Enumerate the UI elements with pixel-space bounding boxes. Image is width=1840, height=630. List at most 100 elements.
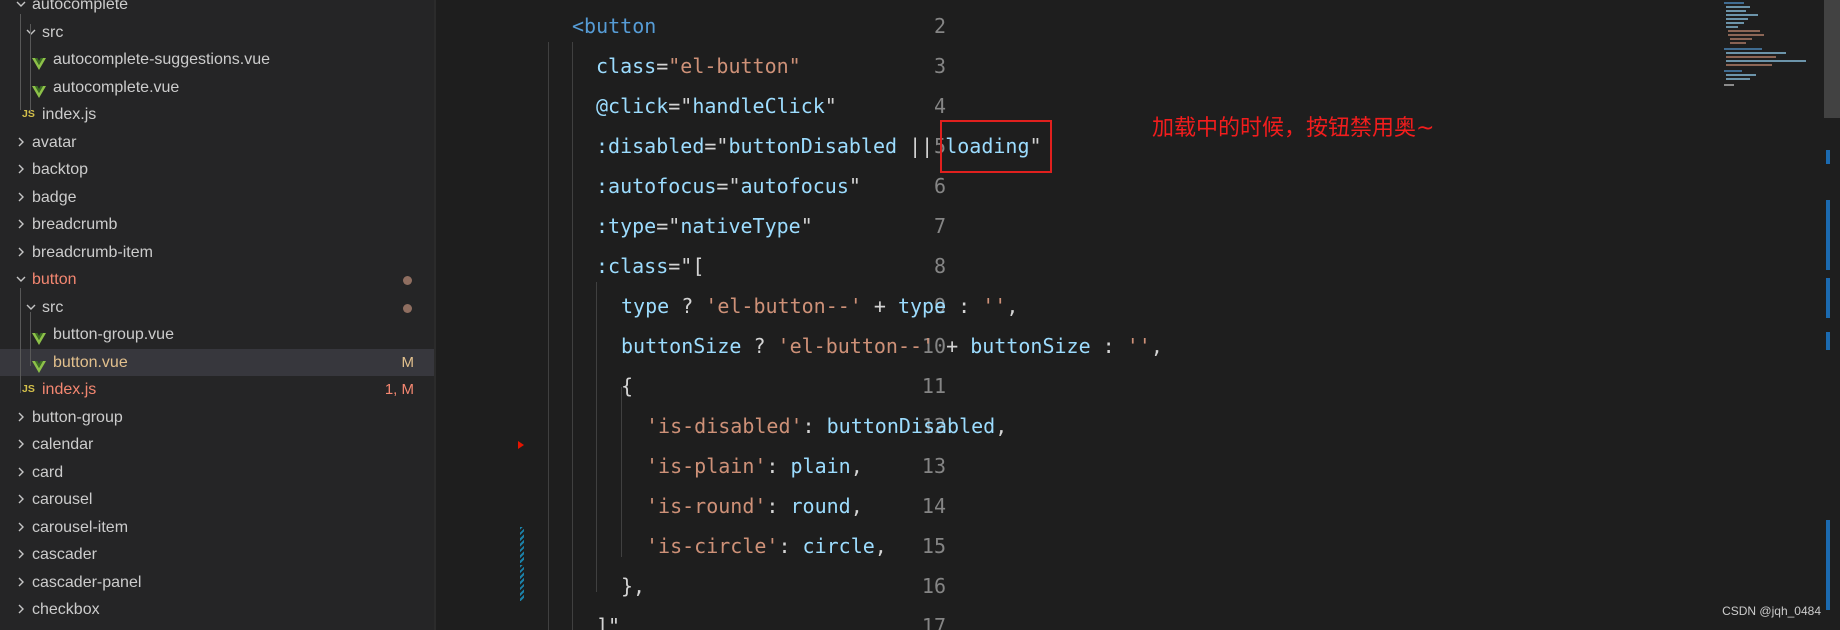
chevron-right-icon <box>14 514 28 542</box>
code-line[interactable]: 13 'is-plain': plain, <box>436 446 1840 486</box>
code-line[interactable]: 12'is-disabled': buttonDisabled, <box>436 406 1840 446</box>
explorer-item-label: index.js <box>42 381 97 398</box>
code-token: buttonDisabled <box>826 414 996 438</box>
code-text: @click="handleClick" <box>596 86 837 126</box>
explorer-item[interactable]: button.vue M <box>0 348 434 376</box>
code-token: @click <box>596 94 669 118</box>
explorer-item[interactable]: button-group <box>0 404 434 432</box>
explorer-item[interactable]: calendar <box>0 431 434 459</box>
explorer-item[interactable]: carousel <box>0 486 434 514</box>
vue-file-icon <box>32 53 46 70</box>
code-line[interactable]: 6:autofocus="autofocus" <box>436 166 1840 206</box>
code-line[interactable]: 8:class="[ <box>436 246 1840 286</box>
code-token: : <box>1090 334 1127 358</box>
code-token: 'is-round' <box>646 494 767 518</box>
explorer-item[interactable]: autocomplete-suggestions.vue <box>0 46 434 74</box>
scrollbar-change-marker <box>1826 278 1830 318</box>
explorer-item[interactable]: checkbox-button <box>0 624 434 630</box>
annotation-highlight-box <box>940 120 1052 173</box>
explorer-item[interactable]: checkbox <box>0 596 434 624</box>
explorer-item[interactable]: breadcrumb <box>0 211 434 239</box>
code-token: '' <box>982 294 1007 318</box>
explorer-item[interactable]: src <box>0 294 434 322</box>
explorer-item-label: src <box>42 23 64 41</box>
explorer-item-label: badge <box>32 188 77 206</box>
explorer-item[interactable]: JS index.js 1, M <box>0 376 434 404</box>
explorer-item[interactable]: breadcrumb-item <box>0 239 434 267</box>
explorer-item[interactable]: badge <box>0 184 434 212</box>
code-token: plain <box>790 454 851 478</box>
code-token: || <box>897 134 946 158</box>
explorer-item[interactable]: autocomplete.vue <box>0 74 434 102</box>
line-number: 13 <box>921 454 946 478</box>
explorer-item-label: carousel <box>32 491 93 508</box>
tree-indent-guide <box>30 312 31 366</box>
line-number: 2 <box>933 14 946 38</box>
code-line[interactable]: 11 { <box>436 366 1840 406</box>
chevron-right-icon <box>14 459 28 487</box>
chevron-right-icon <box>14 486 28 514</box>
code-token: , <box>1150 334 1163 358</box>
explorer-item[interactable]: button <box>0 266 434 294</box>
gutter-change-marker <box>520 527 524 563</box>
scrollbar-thumb[interactable] <box>1824 0 1840 118</box>
explorer-item[interactable]: backtop <box>0 156 434 184</box>
explorer-item[interactable]: button-group.vue <box>0 321 434 349</box>
explorer-item[interactable]: avatar <box>0 129 434 157</box>
code-token: , <box>1006 294 1019 318</box>
explorer-item-label: src <box>42 298 64 316</box>
code-token: ? <box>669 294 706 318</box>
explorer-item-label: index.js <box>42 106 97 123</box>
code-line[interactable]: 4 @click="handleClick" <box>436 86 1840 126</box>
code-token: 'is-disabled' <box>646 414 803 438</box>
vue-file-icon <box>32 328 46 345</box>
code-text: 'is-round': round, <box>646 486 863 526</box>
code-line[interactable]: 3 class="el-button" <box>436 46 1840 86</box>
git-modified-dot <box>403 276 412 285</box>
code-token: : <box>946 294 983 318</box>
scrollbar-change-marker <box>1826 332 1830 350</box>
code-line[interactable]: 9 type ? 'el-button--' + type : '', <box>436 286 1840 326</box>
explorer-item-label: calendar <box>32 436 94 453</box>
code-line[interactable]: 5:disabled="buttonDisabled || loading" <box>436 126 1840 166</box>
chevron-right-icon <box>14 184 28 212</box>
minimap[interactable] <box>1716 0 1828 100</box>
code-line[interactable]: 17]" <box>436 606 1840 630</box>
explorer-item[interactable]: carousel-item <box>0 514 434 542</box>
explorer-item[interactable]: autocomplete <box>0 0 434 19</box>
code-token: , <box>874 534 887 558</box>
code-line[interactable]: 16}, <box>436 566 1840 606</box>
code-line[interactable]: 7:type="nativeType" <box>436 206 1840 246</box>
code-token: =" <box>716 174 741 198</box>
code-text: type ? 'el-button--' + type : '', <box>621 286 1018 326</box>
code-text: :type="nativeType" <box>596 206 813 246</box>
line-number: 11 <box>921 374 946 398</box>
code-token: + <box>934 334 971 358</box>
code-token: autofocus <box>740 174 849 198</box>
line-number: 17 <box>921 614 946 630</box>
explorer-item[interactable]: JS index.js <box>0 101 434 129</box>
code-line[interactable]: 10 buttonSize ? 'el-button--' + buttonSiz… <box>436 326 1840 366</box>
code-line[interactable]: 14 'is-round': round, <box>436 486 1840 526</box>
code-token: handleClick <box>692 94 825 118</box>
code-editor[interactable]: 2 <button 3 class="el-button" 4 @click="handl… <box>436 0 1840 630</box>
explorer-item[interactable]: cascader-panel <box>0 569 434 597</box>
chevron-right-icon <box>14 239 28 267</box>
code-line[interactable]: 2 <button <box>436 6 1840 46</box>
chevron-right-icon <box>14 404 28 432</box>
code-token: " <box>800 214 813 238</box>
code-token: type <box>897 294 947 318</box>
explorer-item[interactable]: cascader <box>0 541 434 569</box>
code-token: , <box>995 414 1008 438</box>
explorer-item-label: button.vue <box>53 353 128 371</box>
explorer-item[interactable]: src <box>0 19 434 47</box>
code-token: :class <box>596 254 669 278</box>
code-token: '' <box>1126 334 1151 358</box>
line-number: 14 <box>921 494 946 518</box>
git-modified-dot <box>403 303 412 313</box>
chevron-right-icon <box>14 569 28 597</box>
explorer-item[interactable]: card <box>0 459 434 487</box>
code-line[interactable]: 15 'is-circle': circle, <box>436 526 1840 566</box>
explorer-item-label: cascader <box>32 546 97 563</box>
explorer-item-label: breadcrumb-item <box>32 243 153 261</box>
